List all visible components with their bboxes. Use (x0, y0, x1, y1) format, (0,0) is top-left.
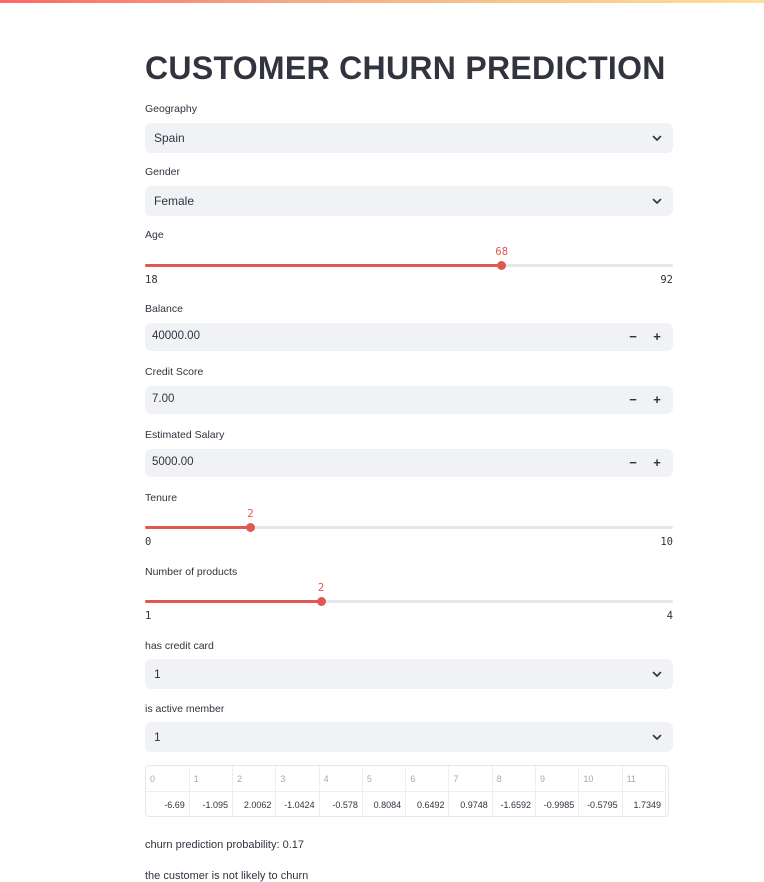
num-products-slider[interactable]: 2 1 4 (145, 582, 673, 622)
tenure-slider[interactable]: 2 0 10 (145, 508, 673, 548)
balance-input[interactable]: 40000.00 − + (145, 323, 673, 351)
slider-thumb[interactable] (497, 261, 507, 270)
column-header[interactable]: 5 (362, 766, 407, 792)
has-credit-card-label: has credit card (145, 640, 214, 652)
has-credit-card-value: 1 (154, 667, 161, 681)
gender-select[interactable]: Female (145, 186, 673, 216)
credit-score-input[interactable]: 7.00 − + (145, 386, 673, 414)
page-title: CUSTOMER CHURN PREDICTION (145, 50, 666, 86)
decrement-button[interactable]: − (625, 329, 641, 345)
slider-current-value: 68 (495, 246, 509, 258)
chevron-down-icon (652, 734, 662, 740)
column-header[interactable]: 0 (146, 766, 190, 792)
credit-score-value: 7.00 (152, 393, 175, 405)
decrement-button[interactable]: − (625, 392, 641, 408)
input-dataframe[interactable]: 0 1 2 3 4 5 6 7 8 9 10 11 -6.69 -1.095 2… (145, 765, 669, 817)
geography-select[interactable]: Spain (145, 123, 673, 153)
churn-result-text: the customer is not likely to churn (145, 870, 309, 882)
increment-button[interactable]: + (649, 392, 665, 408)
decrement-button[interactable]: − (625, 455, 641, 471)
chevron-down-icon (652, 198, 662, 204)
balance-value: 40000.00 (152, 330, 200, 342)
table-cell[interactable]: 2.0062 (232, 791, 277, 816)
estimated-salary-label: Estimated Salary (145, 429, 225, 441)
column-header[interactable]: 4 (319, 766, 363, 792)
churn-probability-text: churn prediction probability: 0.17 (145, 839, 304, 851)
tenure-label: Tenure (145, 492, 178, 504)
table-cell[interactable]: 0.9748 (448, 791, 493, 816)
geography-label: Geography (145, 103, 197, 115)
table-cell[interactable]: 1.7349 (622, 791, 667, 816)
dataframe-table: 0 1 2 3 4 5 6 7 8 9 10 11 -6.69 -1.095 2… (146, 766, 667, 816)
num-products-label: Number of products (145, 566, 238, 578)
table-cell[interactable]: -1.6592 (492, 791, 537, 816)
table-cell[interactable]: 0.6492 (405, 791, 450, 816)
table-cell[interactable]: -0.5795 (578, 791, 623, 816)
slider-fill (145, 600, 321, 603)
credit-score-label: Credit Score (145, 366, 204, 378)
table-cell[interactable]: -1.0424 (275, 791, 320, 816)
column-header[interactable]: 8 (492, 766, 537, 792)
chevron-down-icon (652, 671, 662, 677)
table-cell[interactable]: 0.8084 (362, 791, 407, 816)
slider-thumb[interactable] (246, 523, 256, 532)
column-header[interactable]: 6 (405, 766, 450, 792)
table-cell[interactable]: -0.9985 (535, 791, 580, 816)
estimated-salary-input[interactable]: 5000.00 − + (145, 449, 673, 477)
table-cell[interactable]: -1.095 (189, 791, 234, 816)
column-header[interactable]: 9 (535, 766, 580, 792)
top-decoration-bar (0, 0, 764, 3)
chevron-down-icon (652, 135, 662, 141)
table-cell[interactable]: -6.69 (146, 791, 190, 816)
slider-max-value: 10 (660, 536, 673, 548)
slider-min-value: 18 (145, 274, 158, 286)
column-header[interactable]: 10 (578, 766, 623, 792)
gender-label: Gender (145, 166, 181, 178)
is-active-member-label: is active member (145, 703, 225, 715)
slider-fill (145, 264, 502, 267)
age-label: Age (145, 229, 164, 241)
slider-min-value: 1 (145, 610, 152, 622)
column-header[interactable]: 2 (232, 766, 277, 792)
increment-button[interactable]: + (649, 455, 665, 471)
age-slider[interactable]: 68 18 92 (145, 246, 673, 286)
column-header[interactable]: 11 (622, 766, 667, 792)
is-active-member-select[interactable]: 1 (145, 722, 673, 752)
slider-current-value: 2 (247, 508, 254, 520)
column-header[interactable]: 3 (275, 766, 320, 792)
geography-value: Spain (154, 131, 185, 145)
estimated-salary-value: 5000.00 (152, 456, 194, 468)
column-header[interactable]: 1 (189, 766, 234, 792)
slider-current-value: 2 (317, 582, 325, 594)
slider-fill (145, 526, 251, 529)
slider-max-value: 92 (660, 274, 673, 286)
increment-button[interactable]: + (649, 329, 665, 345)
slider-max-value: 4 (666, 610, 673, 622)
gender-value: Female (154, 194, 195, 208)
slider-min-value: 0 (145, 536, 152, 548)
column-header[interactable]: 7 (448, 766, 493, 792)
table-cell[interactable]: -0.578 (319, 791, 363, 816)
has-credit-card-select[interactable]: 1 (145, 659, 673, 689)
dataframe-header-row: 0 1 2 3 4 5 6 7 8 9 10 11 (146, 766, 667, 792)
slider-thumb[interactable] (316, 597, 326, 606)
balance-label: Balance (145, 303, 183, 315)
table-row: -6.69 -1.095 2.0062 -1.0424 -0.578 0.808… (146, 791, 667, 816)
is-active-member-value: 1 (154, 730, 161, 744)
